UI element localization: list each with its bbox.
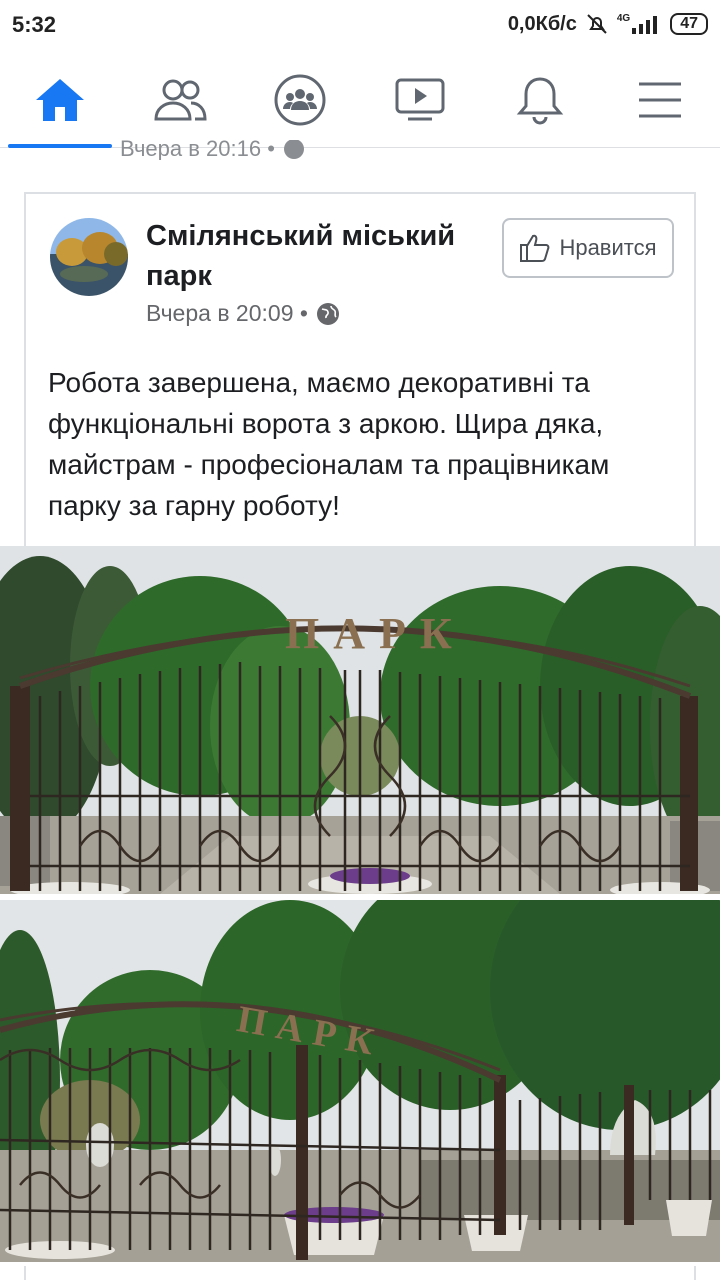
nav-home[interactable]: [0, 52, 120, 148]
post-text: Робота завершена, маємо декоративні та ф…: [48, 367, 610, 521]
nav-watch[interactable]: [360, 52, 480, 148]
battery-indicator: 47: [670, 13, 708, 35]
like-page-button[interactable]: Нравится: [502, 218, 674, 278]
page-avatar[interactable]: [50, 218, 128, 296]
mute-icon: [585, 12, 609, 36]
globe-icon: [283, 140, 304, 159]
post-photo-1[interactable]: ПАРК: [0, 546, 720, 894]
post-photo-2[interactable]: ПАРК: [0, 900, 720, 1262]
post-time: Вчера в 20:09 •: [146, 300, 308, 326]
signal-icon: 4G: [617, 14, 662, 34]
previous-post-time-text: Вчера в 20:16 •: [120, 140, 275, 160]
nav-friends[interactable]: [120, 52, 240, 148]
nav-menu[interactable]: [600, 52, 720, 148]
groups-icon: [274, 74, 326, 126]
previous-post-time: Вчера в 20:16 •: [120, 140, 305, 160]
post-meta: Вчера в 20:09 •: [146, 300, 340, 327]
top-nav-bar: [0, 52, 720, 148]
post-card: Смілянський міський парк Вчера в 20:09 •…: [24, 192, 696, 546]
status-bar: 5:32 0,0Кб/с 4G 47: [0, 0, 720, 52]
card-bottom-border: [24, 1266, 696, 1280]
thumbs-up-icon: [520, 234, 550, 262]
status-indicators: 0,0Кб/с 4G 47: [508, 12, 708, 36]
menu-icon: [639, 82, 681, 118]
status-time: 5:32: [12, 12, 57, 37]
page-name[interactable]: Смілянський міський парк: [146, 216, 486, 296]
gate-sign-text: ПАРК: [285, 609, 466, 658]
nav-groups[interactable]: [240, 52, 360, 148]
watch-icon: [395, 78, 445, 121]
nav-notifications[interactable]: [480, 52, 600, 148]
friends-icon: [154, 79, 207, 121]
notifications-icon: [516, 77, 564, 125]
network-speed: 0,0Кб/с: [507, 12, 577, 35]
globe-icon: [316, 302, 339, 325]
network-type: 4G: [616, 13, 631, 24]
like-button-label: Нравится: [559, 235, 657, 260]
home-icon: [36, 79, 84, 121]
